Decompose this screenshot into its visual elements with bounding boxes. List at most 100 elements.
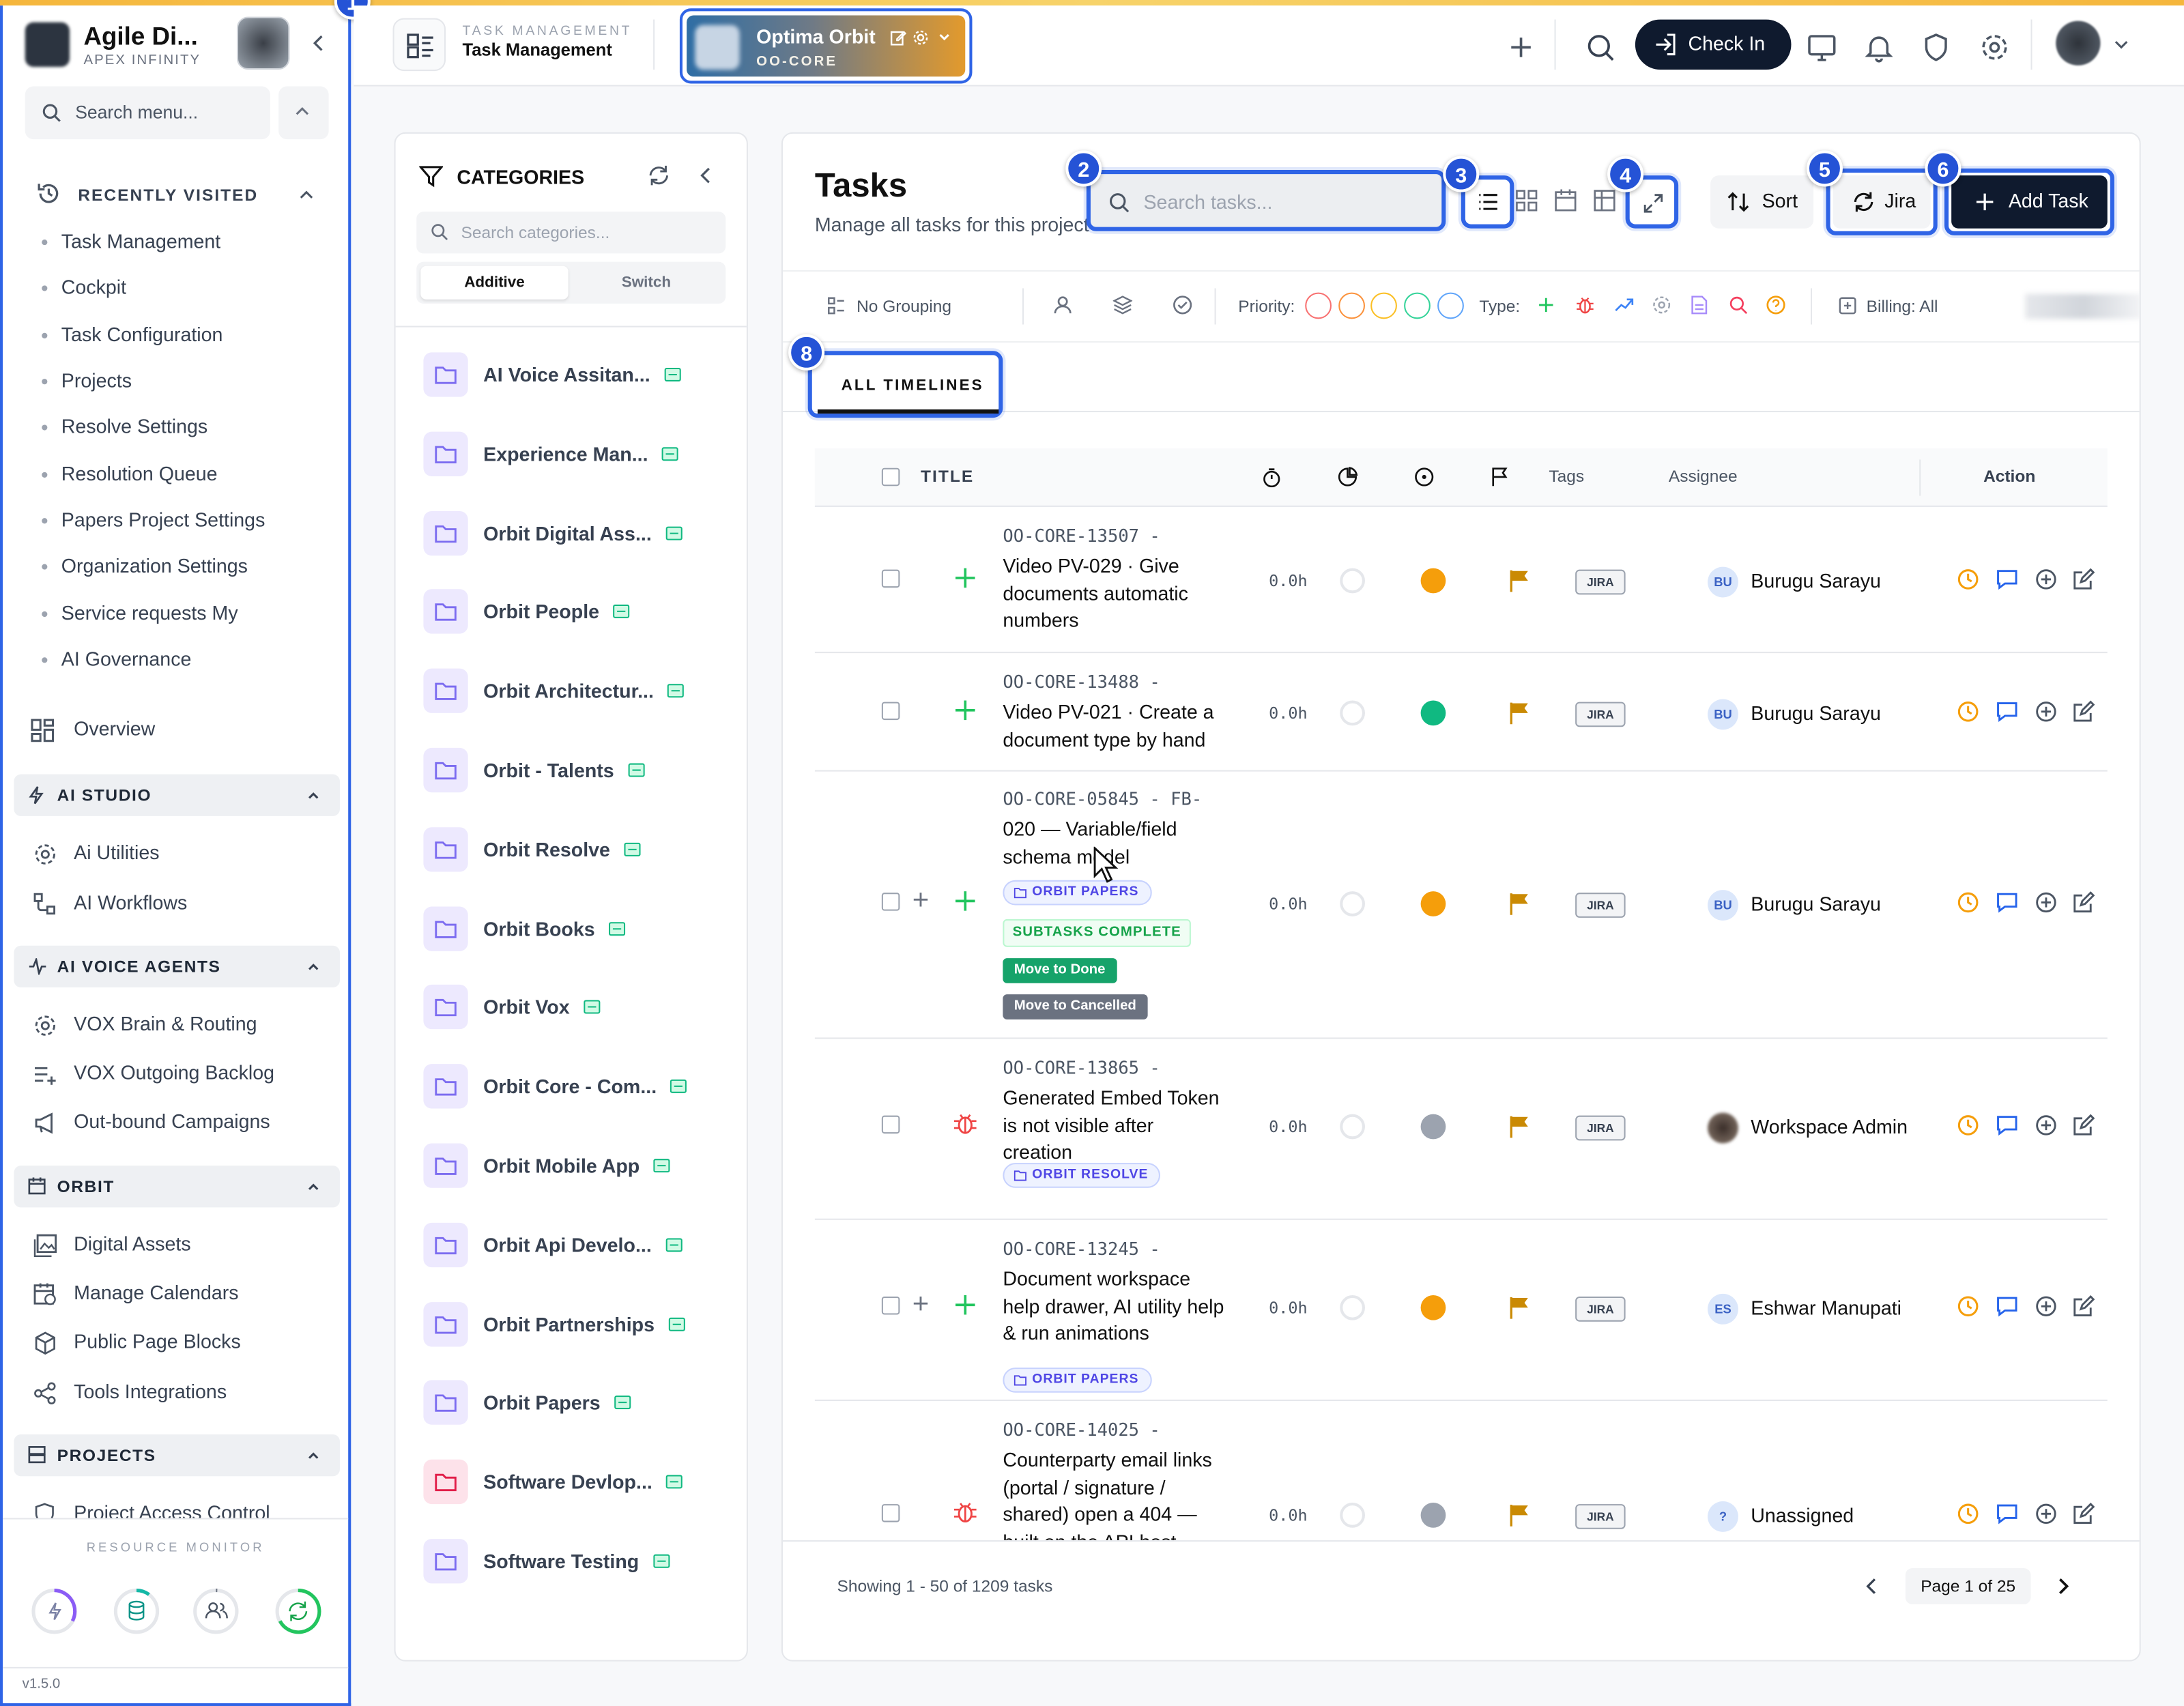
grid-view-icon[interactable]	[1515, 190, 1538, 212]
add-task-button[interactable]: Add Task	[1944, 168, 2114, 235]
project-switcher[interactable]: Optima Orbit OO-CORE	[679, 8, 973, 84]
assignee-name[interactable]: Burugu Sarayu	[1751, 702, 1881, 725]
status-dot[interactable]	[1420, 891, 1446, 916]
flag-icon[interactable]	[1508, 1114, 1531, 1140]
recent-item[interactable]: Papers Project Settings	[42, 508, 265, 531]
clock-icon[interactable]	[1957, 568, 1979, 591]
edit-icon[interactable]	[2073, 568, 2095, 591]
flag-icon[interactable]	[1508, 1295, 1531, 1320]
category-item[interactable]: Orbit Papers	[423, 1380, 730, 1427]
check-circle-icon[interactable]	[1173, 295, 1192, 315]
document-type-icon[interactable]	[1691, 295, 1708, 315]
layers-icon[interactable]	[1112, 295, 1133, 315]
add-circle-icon[interactable]	[2035, 1295, 2058, 1318]
assignee-name[interactable]: Eshwar Manupati	[1751, 1297, 1901, 1319]
group-ai-voice-agents[interactable]: AI VOICE AGENTS	[14, 945, 340, 987]
bug-type-icon[interactable]	[1575, 295, 1595, 315]
category-item[interactable]: Software Devlop...	[423, 1459, 730, 1507]
chevron-up-icon[interactable]	[298, 186, 315, 203]
research-type-icon[interactable]	[1729, 295, 1749, 315]
select-all-checkbox[interactable]	[881, 467, 900, 487]
recent-item[interactable]: Resolve Settings	[42, 415, 207, 437]
recent-item[interactable]: Task Configuration	[42, 323, 222, 345]
add-circle-icon[interactable]	[2035, 568, 2058, 591]
priority-filter-high[interactable]	[1338, 292, 1365, 319]
edit-icon[interactable]	[2073, 1114, 2095, 1137]
recent-item[interactable]: Projects	[42, 369, 132, 391]
chevron-down-icon[interactable]	[2113, 36, 2129, 53]
priority-filter-lowest[interactable]	[1437, 292, 1464, 319]
assignee-name[interactable]: Workspace Admin	[1751, 1116, 1908, 1138]
comment-icon[interactable]	[1996, 1114, 2018, 1137]
edit-icon[interactable]	[890, 29, 907, 46]
status-dot[interactable]	[1420, 1503, 1446, 1528]
edit-icon[interactable]	[2073, 891, 2095, 914]
task-id[interactable]: OO-CORE-05845 - FB-	[1003, 788, 1202, 809]
collapse-sidebar-icon[interactable]	[309, 33, 329, 53]
flag-icon[interactable]	[1508, 568, 1531, 594]
comment-icon[interactable]	[1996, 891, 2018, 914]
move-to-cancelled-button[interactable]: Move to Cancelled	[1003, 994, 1148, 1020]
question-type-icon[interactable]	[1766, 295, 1786, 315]
category-tag[interactable]: ORBIT PAPERS	[1003, 880, 1151, 906]
group-ai-studio[interactable]: AI STUDIO	[14, 774, 340, 816]
add-circle-icon[interactable]	[2035, 891, 2058, 914]
status-dot[interactable]	[1420, 1114, 1446, 1140]
database-monitor-icon[interactable]	[113, 1588, 160, 1635]
users-monitor-icon[interactable]	[192, 1588, 240, 1635]
priority-filter-critical[interactable]	[1305, 292, 1332, 319]
feature-type-icon[interactable]	[1538, 297, 1554, 313]
add-circle-icon[interactable]	[2035, 701, 2058, 723]
grouping-select[interactable]: No Grouping	[857, 297, 951, 317]
clock-icon[interactable]	[1957, 1503, 1979, 1525]
expand-subtasks-icon[interactable]	[913, 1295, 929, 1312]
expand-subtasks-icon[interactable]	[913, 891, 929, 908]
row-checkbox[interactable]	[881, 702, 900, 721]
chevron-left-icon[interactable]	[696, 166, 716, 186]
table-view-icon[interactable]	[1594, 190, 1616, 212]
clock-icon[interactable]	[1957, 891, 1979, 914]
task-title[interactable]: Generated Embed Token is not visible aft…	[1003, 1085, 1226, 1166]
table-row[interactable]: OO-CORE-13507 - Video PV-029 · Give docum…	[814, 507, 2108, 654]
group-projects[interactable]: PROJECTS	[14, 1434, 340, 1477]
row-checkbox[interactable]	[881, 1115, 900, 1134]
task-id[interactable]: OO-CORE-13488 -	[1003, 671, 1160, 693]
category-item[interactable]: Orbit Books	[423, 906, 730, 954]
task-title[interactable]: Video PV-029 · Give documents automatic …	[1003, 553, 1226, 634]
task-id[interactable]: OO-CORE-13865 -	[1003, 1057, 1160, 1078]
search-icon[interactable]	[1578, 25, 1622, 70]
edit-icon[interactable]	[2073, 1295, 2095, 1318]
category-item[interactable]: AI Voice Assitan...	[423, 352, 730, 399]
recent-item[interactable]: Resolution Queue	[42, 463, 218, 485]
assignee-name[interactable]: Burugu Sarayu	[1751, 893, 1881, 915]
check-in-button[interactable]: Check In	[1635, 19, 1792, 70]
status-dot[interactable]	[1420, 1295, 1446, 1320]
menu-search-input[interactable]: Search menu...	[25, 86, 270, 140]
recent-item[interactable]: AI Governance	[42, 648, 191, 670]
task-search-input[interactable]: Search tasks...	[1086, 169, 1446, 231]
comment-icon[interactable]	[1996, 701, 2018, 723]
chevron-down-icon[interactable]	[937, 31, 951, 44]
comment-icon[interactable]	[1996, 568, 2018, 591]
shield-icon[interactable]	[1914, 25, 1958, 70]
move-to-done-button[interactable]: Move to Done	[1003, 958, 1117, 983]
jira-sync-button[interactable]: Jira	[1826, 168, 1938, 235]
module-icon[interactable]	[392, 18, 446, 72]
category-item[interactable]: Orbit Digital Ass...	[423, 510, 730, 558]
flag-icon[interactable]	[1508, 1503, 1531, 1528]
flag-icon[interactable]	[1508, 891, 1531, 916]
cpu-monitor-icon[interactable]	[31, 1588, 78, 1635]
gear-icon[interactable]	[913, 29, 929, 46]
category-tag[interactable]: ORBIT RESOLVE	[1003, 1163, 1161, 1188]
task-title[interactable]: Video PV-021 · Create a document type by…	[1003, 699, 1226, 753]
chevron-left-icon[interactable]	[1863, 1576, 1882, 1596]
add-circle-icon[interactable]	[2035, 1503, 2058, 1525]
collapse-menu-button[interactable]	[278, 86, 329, 140]
clock-icon[interactable]	[1957, 1114, 1979, 1137]
flag-icon[interactable]	[1508, 701, 1531, 726]
chevron-right-icon[interactable]	[2053, 1576, 2073, 1596]
category-item[interactable]: Software Testing	[423, 1539, 730, 1586]
recent-item[interactable]: Service requests My	[42, 602, 238, 624]
category-search-input[interactable]: Search categories...	[416, 212, 726, 254]
category-item[interactable]: Orbit People	[423, 589, 730, 636]
